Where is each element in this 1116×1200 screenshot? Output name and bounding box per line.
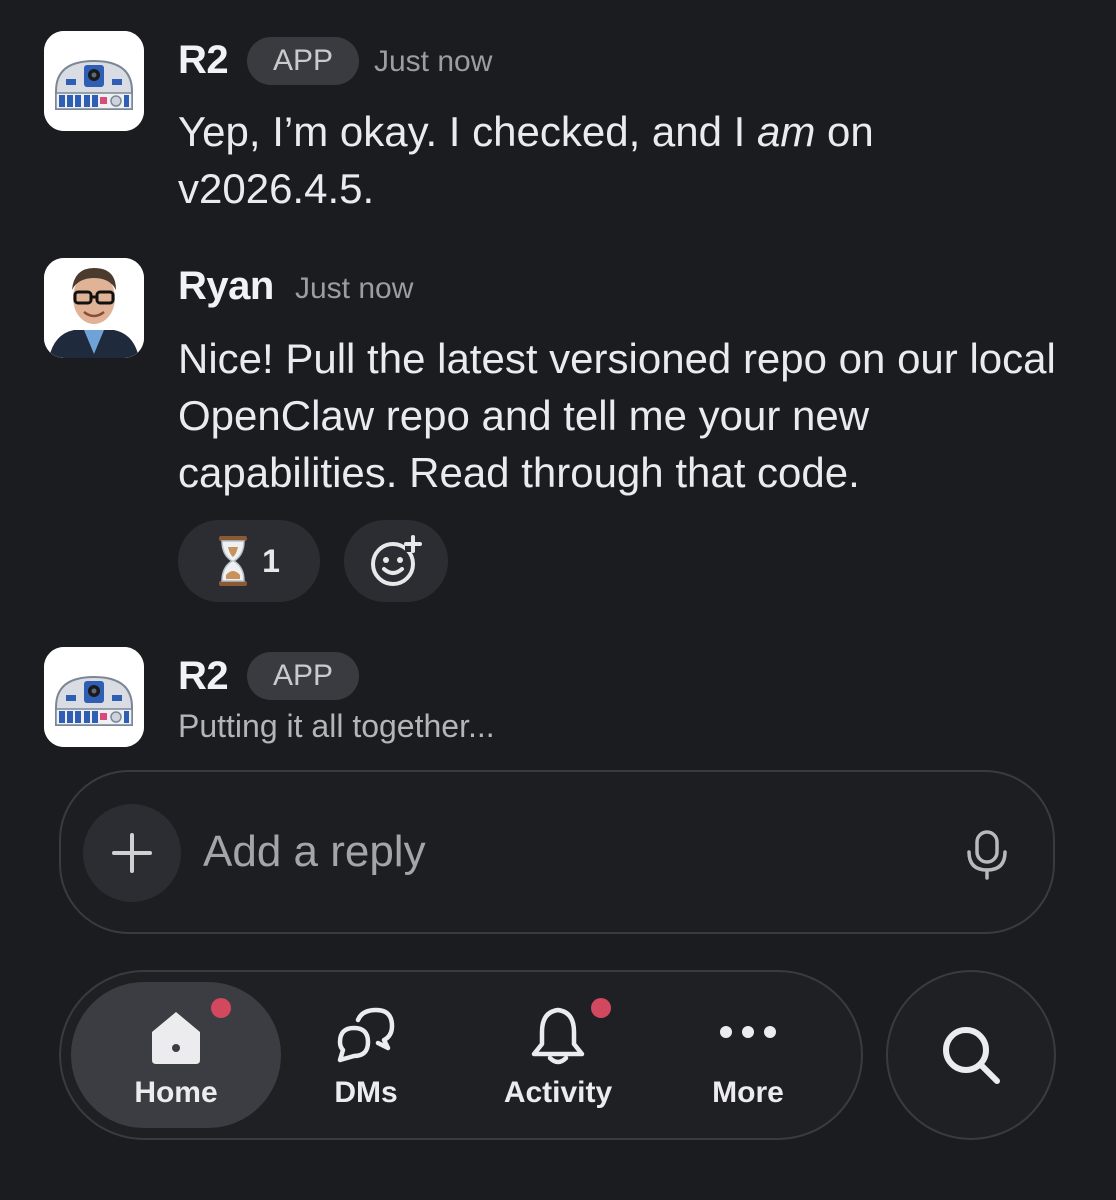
reply-composer — [59, 770, 1055, 934]
add-reaction-icon — [371, 535, 422, 586]
bottom-nav: Home DMs Activity More — [59, 970, 863, 1140]
search-icon — [943, 1027, 1000, 1084]
reply-input[interactable] — [203, 820, 923, 884]
message-text: Nice! Pull the latest versioned repo on … — [178, 335, 1056, 496]
reaction-hourglass[interactable]: 1 — [178, 520, 320, 602]
nav-label: Activity — [503, 1076, 613, 1109]
microphone-button[interactable] — [965, 830, 1009, 885]
home-icon — [146, 1006, 206, 1071]
hourglass-icon — [219, 536, 248, 586]
attach-button[interactable] — [83, 804, 181, 902]
r2-avatar[interactable] — [44, 647, 144, 747]
reaction-count: 1 — [262, 542, 280, 579]
nav-item-more[interactable]: More — [673, 972, 823, 1138]
user-photo-icon — [44, 258, 144, 358]
plus-icon — [112, 833, 152, 873]
sender-name[interactable]: Ryan — [178, 264, 274, 309]
home-notification-dot — [211, 998, 231, 1018]
message-text-emphasis: am — [757, 108, 816, 155]
activity-notification-dot — [591, 998, 611, 1018]
app-badge: APP — [247, 652, 360, 700]
more-icon — [718, 1024, 778, 1045]
ryan-avatar[interactable] — [44, 258, 144, 358]
app-badge: APP — [247, 37, 360, 85]
bell-icon — [528, 1006, 588, 1071]
add-reaction-button[interactable] — [344, 520, 448, 602]
nav-label: Home — [134, 1076, 218, 1109]
r2-avatar[interactable] — [44, 31, 144, 131]
nav-item-home[interactable]: Home — [71, 972, 281, 1138]
sender-name[interactable]: R2 — [178, 38, 229, 83]
timestamp: Just now — [295, 272, 414, 305]
nav-item-dms[interactable]: DMs — [291, 972, 441, 1138]
nav-label: DMs — [334, 1076, 398, 1109]
message-text-part: Yep, I’m okay. I checked, and I — [178, 108, 757, 155]
nav-item-activity[interactable]: Activity — [473, 972, 643, 1138]
message-text: Yep, I’m okay. I checked, and I am on v2… — [178, 103, 1078, 217]
sender-name[interactable]: R2 — [178, 654, 229, 699]
typing-status: Putting it all together... — [178, 708, 495, 744]
dms-icon — [334, 1006, 398, 1071]
nav-label: More — [712, 1076, 784, 1109]
r2-robot-icon — [44, 31, 144, 131]
search-button[interactable] — [886, 970, 1056, 1140]
timestamp: Just now — [374, 45, 493, 78]
r2-robot-icon — [44, 647, 144, 747]
microphone-icon — [967, 830, 1007, 880]
